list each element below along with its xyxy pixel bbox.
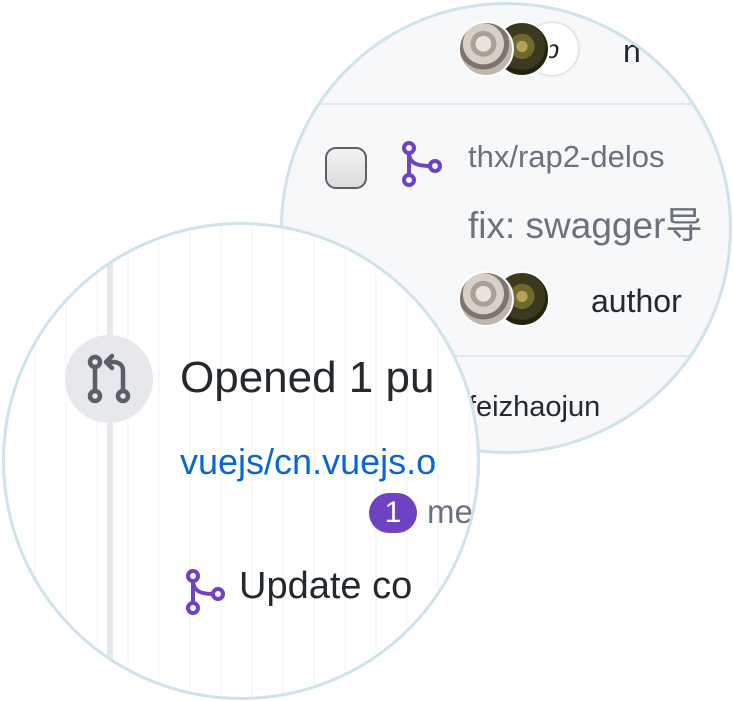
timeline-line bbox=[107, 225, 113, 697]
pull-request-icon bbox=[87, 353, 131, 404]
author-label: author bbox=[591, 283, 682, 319]
top-row-text: n bbox=[623, 33, 641, 69]
timeline-heading: Opened 1 pu bbox=[180, 353, 435, 402]
repo-link[interactable]: vuejs/cn.vuejs.o bbox=[180, 441, 436, 483]
select-checkbox[interactable] bbox=[325, 147, 367, 189]
count-badge: 1 bbox=[369, 493, 417, 533]
avatar-stack-top: p bbox=[458, 21, 588, 81]
pr-title[interactable]: fix: swagger导 bbox=[468, 195, 702, 249]
git-merge-icon bbox=[186, 569, 225, 615]
git-merge-icon bbox=[402, 141, 442, 187]
next-row-text[interactable]: feizhaojun bbox=[468, 391, 600, 424]
avatar[interactable] bbox=[458, 21, 514, 77]
magnifier-left: Opened 1 pu vuejs/cn.vuejs.o 1 me Update… bbox=[2, 222, 480, 700]
row-divider bbox=[283, 103, 729, 105]
pull-request-badge bbox=[65, 335, 153, 423]
badge-text: me bbox=[427, 493, 473, 530]
repo-name[interactable]: thx/rap2-delos bbox=[468, 139, 664, 175]
pr-title[interactable]: Update co bbox=[239, 565, 412, 608]
